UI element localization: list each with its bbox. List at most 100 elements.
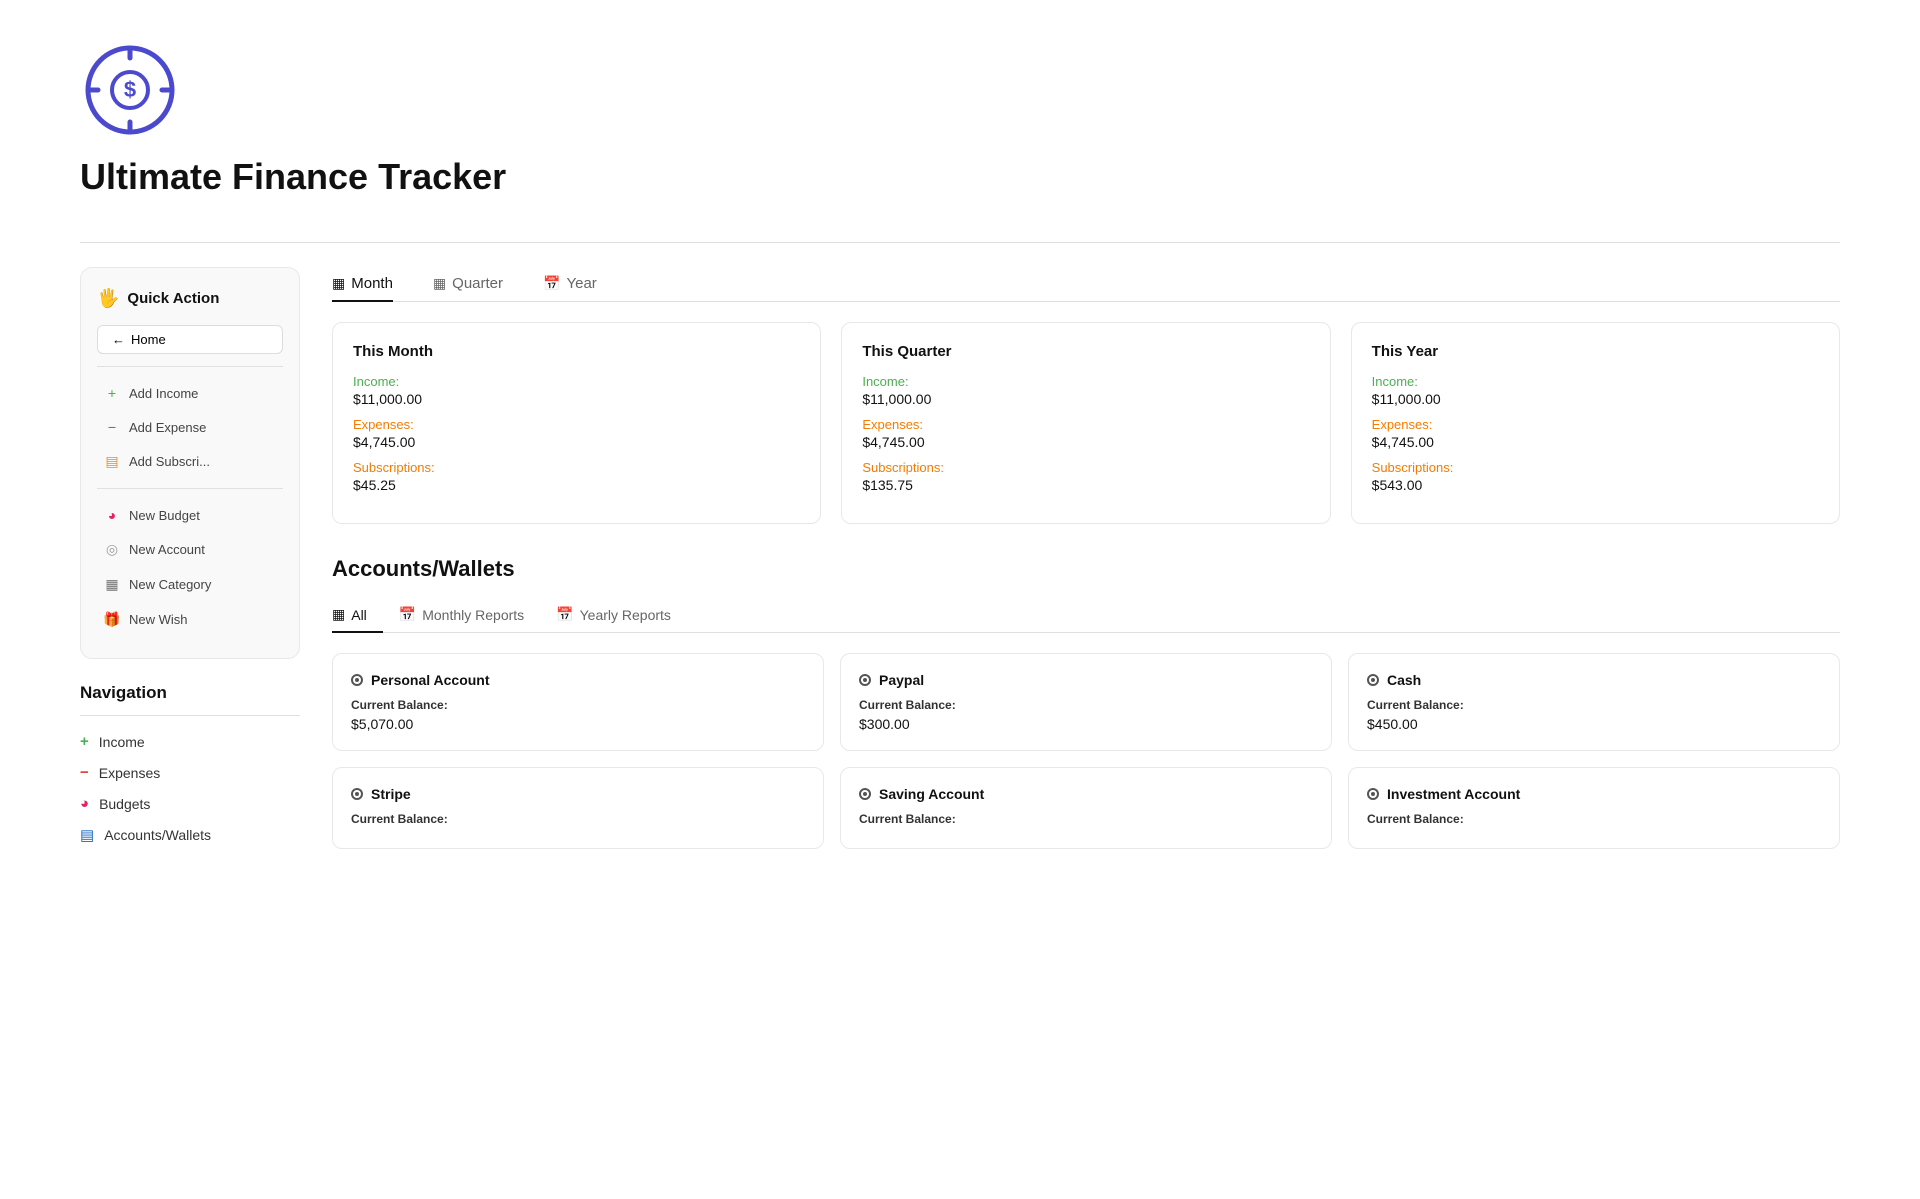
- quick-action-panel: 🖐 Quick Action ← Home + Add Income − Add…: [80, 267, 300, 659]
- this-year-card: This Year Income: $11,000.00 Expenses: $…: [1351, 322, 1840, 524]
- stripe-account-name: Stripe: [351, 786, 805, 802]
- home-button[interactable]: ← Home: [97, 325, 283, 354]
- this-quarter-income-value: $11,000.00: [862, 391, 1309, 407]
- new-budget-label: New Budget: [129, 508, 200, 523]
- personal-account-dot: [351, 674, 363, 686]
- quick-action-icon: 🖐: [97, 288, 119, 309]
- account-card-paypal: Paypal Current Balance: $300.00: [840, 653, 1332, 751]
- nav-expenses-label: Expenses: [99, 765, 160, 781]
- paypal-account-name: Paypal: [859, 672, 1313, 688]
- new-category-label: New Category: [129, 577, 211, 592]
- account-card-saving: Saving Account Current Balance:: [840, 767, 1332, 849]
- this-year-income-value: $11,000.00: [1372, 391, 1819, 407]
- new-wish-action[interactable]: 🎁 New Wish: [97, 603, 283, 636]
- new-budget-action[interactable]: ◕ New Budget: [97, 499, 283, 531]
- saving-balance-label: Current Balance:: [859, 812, 1313, 826]
- this-month-title: This Month: [353, 343, 800, 360]
- nav-item-expenses[interactable]: − Expenses: [80, 757, 300, 788]
- this-month-income-value: $11,000.00: [353, 391, 800, 407]
- tab-yearly-reports[interactable]: 📅 Yearly Reports: [540, 598, 687, 633]
- investment-account-name: Investment Account: [1367, 786, 1821, 802]
- tab-all[interactable]: ▦ All: [332, 598, 383, 633]
- sidebar-divider-1: [97, 366, 283, 367]
- this-quarter-expense-value: $4,745.00: [862, 434, 1309, 450]
- nav-income-label: Income: [99, 734, 145, 750]
- accounts-icon: ▤: [80, 826, 94, 844]
- finance-tracker-icon: $: [80, 40, 180, 140]
- budgets-icon: ◕: [80, 795, 89, 812]
- cash-balance-label: Current Balance:: [1367, 698, 1821, 712]
- sidebar-divider-2: [97, 488, 283, 489]
- tab-month[interactable]: ▦ Month: [332, 267, 393, 302]
- income-icon: +: [80, 733, 89, 750]
- this-quarter-title: This Quarter: [862, 343, 1309, 360]
- all-tab-label: All: [351, 607, 367, 623]
- new-wish-icon: 🎁: [103, 611, 121, 628]
- new-category-icon: ▦: [103, 576, 121, 593]
- add-income-icon: +: [103, 385, 121, 401]
- this-month-subscription-value: $45.25: [353, 477, 800, 493]
- tab-quarter[interactable]: ▦ Quarter: [433, 267, 503, 302]
- nav-accounts-label: Accounts/Wallets: [104, 827, 211, 843]
- cash-account-name: Cash: [1367, 672, 1821, 688]
- personal-balance-label: Current Balance:: [351, 698, 805, 712]
- quick-action-header: 🖐 Quick Action: [97, 288, 283, 309]
- monthly-reports-label: Monthly Reports: [422, 607, 524, 623]
- quick-action-label: Quick Action: [127, 290, 219, 307]
- this-year-title: This Year: [1372, 343, 1819, 360]
- nav-budgets-label: Budgets: [99, 796, 150, 812]
- app-logo: $ Ultimate Finance Tracker: [80, 40, 1840, 222]
- add-expense-action[interactable]: − Add Expense: [97, 411, 283, 443]
- this-quarter-income-label: Income:: [862, 374, 1309, 389]
- add-subscription-label: Add Subscri...: [129, 454, 210, 469]
- add-expense-icon: −: [103, 419, 121, 435]
- nav-item-income[interactable]: + Income: [80, 726, 300, 757]
- expenses-icon: −: [80, 764, 89, 781]
- account-card-stripe: Stripe Current Balance:: [332, 767, 824, 849]
- add-income-action[interactable]: + Add Income: [97, 377, 283, 409]
- this-month-expense-label: Expenses:: [353, 417, 800, 432]
- add-subscription-icon: ▤: [103, 453, 121, 470]
- monthly-reports-icon: 📅: [399, 606, 416, 623]
- quarter-tab-icon: ▦: [433, 275, 446, 292]
- paypal-account-dot: [859, 674, 871, 686]
- add-subscription-action[interactable]: ▤ Add Subscri...: [97, 445, 283, 478]
- this-quarter-subscription-value: $135.75: [862, 477, 1309, 493]
- new-wish-label: New Wish: [129, 612, 188, 627]
- header-divider: [80, 242, 1840, 243]
- year-tab-icon: 📅: [543, 275, 560, 292]
- paypal-balance-value: $300.00: [859, 716, 1313, 732]
- nav-item-accounts[interactable]: ▤ Accounts/Wallets: [80, 819, 300, 851]
- stripe-balance-label: Current Balance:: [351, 812, 805, 826]
- quarter-tab-label: Quarter: [452, 275, 503, 292]
- new-account-action[interactable]: ◎ New Account: [97, 533, 283, 566]
- investment-account-dot: [1367, 788, 1379, 800]
- personal-account-name: Personal Account: [351, 672, 805, 688]
- tab-year[interactable]: 📅 Year: [543, 267, 597, 302]
- home-arrow-icon: ←: [112, 332, 125, 347]
- personal-balance-value: $5,070.00: [351, 716, 805, 732]
- this-quarter-subscription-label: Subscriptions:: [862, 460, 1309, 475]
- this-year-expense-value: $4,745.00: [1372, 434, 1819, 450]
- account-cards-grid: Personal Account Current Balance: $5,070…: [332, 653, 1840, 849]
- add-expense-label: Add Expense: [129, 420, 206, 435]
- this-year-expense-label: Expenses:: [1372, 417, 1819, 432]
- this-month-subscription-label: Subscriptions:: [353, 460, 800, 475]
- home-button-label: Home: [131, 332, 166, 347]
- nav-item-budgets[interactable]: ◕ Budgets: [80, 788, 300, 819]
- paypal-balance-label: Current Balance:: [859, 698, 1313, 712]
- account-card-personal: Personal Account Current Balance: $5,070…: [332, 653, 824, 751]
- account-card-cash: Cash Current Balance: $450.00: [1348, 653, 1840, 751]
- this-quarter-card: This Quarter Income: $11,000.00 Expenses…: [841, 322, 1330, 524]
- new-account-label: New Account: [129, 542, 205, 557]
- this-quarter-expense-label: Expenses:: [862, 417, 1309, 432]
- year-tab-label: Year: [566, 275, 596, 292]
- month-tab-label: Month: [351, 275, 393, 292]
- new-category-action[interactable]: ▦ New Category: [97, 568, 283, 601]
- this-year-subscription-label: Subscriptions:: [1372, 460, 1819, 475]
- nav-divider: [80, 715, 300, 716]
- this-month-card: This Month Income: $11,000.00 Expenses: …: [332, 322, 821, 524]
- account-card-investment: Investment Account Current Balance:: [1348, 767, 1840, 849]
- tab-monthly-reports[interactable]: 📅 Monthly Reports: [383, 598, 540, 633]
- svg-text:$: $: [124, 77, 136, 102]
